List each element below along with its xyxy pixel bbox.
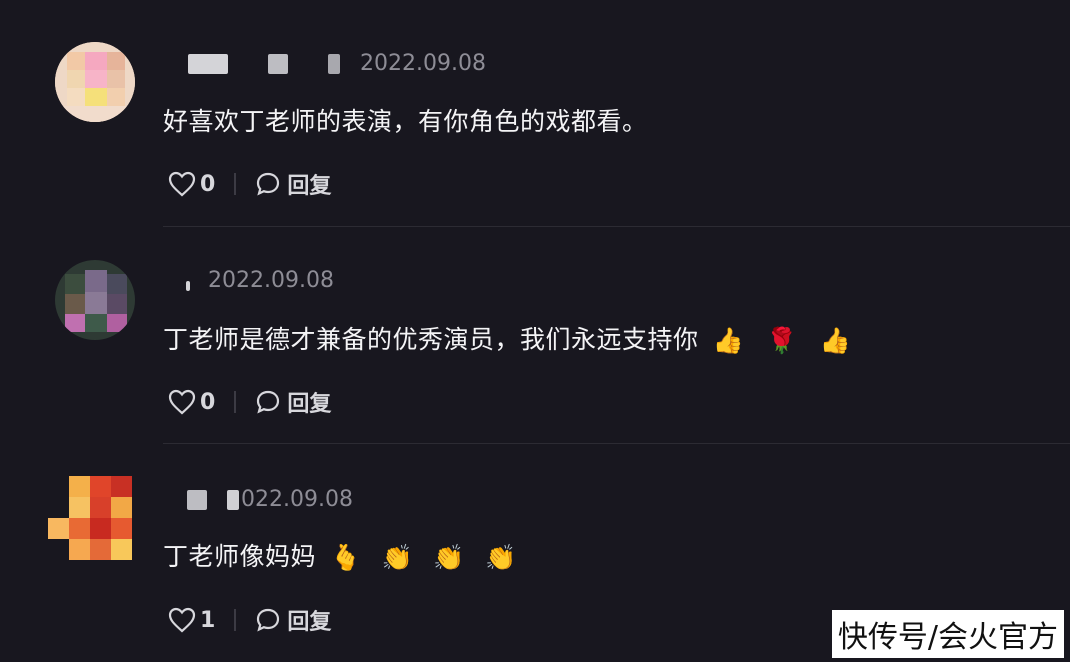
pixelated-avatar-image	[55, 42, 135, 122]
finger-heart-emoji: 🫰	[330, 543, 362, 572]
avatar[interactable]	[55, 42, 135, 122]
action-separator	[234, 609, 237, 631]
comment-divider	[163, 226, 1070, 227]
reply-label: 回复	[287, 392, 332, 417]
username-blurred	[268, 53, 288, 74]
watermark: 快传号/会火官方	[831, 610, 1064, 658]
like-count: 0	[200, 389, 216, 415]
comment-meta: 2022.09.08	[188, 51, 486, 76]
comment-meta: 022.09.08	[187, 487, 353, 512]
username-blurred[interactable]	[187, 489, 207, 510]
thumbs-up-emoji: 👍	[712, 326, 745, 355]
comment-divider	[163, 443, 1070, 444]
rose-emoji: 🌹	[766, 326, 798, 355]
clapping-hands-emoji: 👏	[381, 543, 414, 572]
action-separator	[234, 173, 237, 195]
comment-text: 好喜欢丁老师的表演，有你角色的戏都看。	[163, 107, 648, 136]
comment-date: 022.09.08	[241, 487, 353, 512]
username-blurred[interactable]	[186, 280, 190, 291]
comment-date: 2022.09.08	[360, 51, 486, 76]
avatar[interactable]	[55, 260, 135, 340]
reply-bubble-icon	[257, 172, 280, 196]
reply-label: 回复	[287, 610, 332, 635]
clapping-hands-emoji: 👏	[433, 543, 465, 572]
username-blurred	[328, 53, 340, 74]
like-count: 1	[200, 607, 216, 633]
comment-actions: 1 回复	[168, 604, 331, 636]
comment-text-content: 丁老师像妈妈	[163, 542, 317, 571]
clapping-hands-emoji: 👏	[484, 543, 517, 572]
like-button[interactable]: 1	[168, 607, 215, 633]
like-count: 0	[200, 171, 216, 197]
comment-actions: 0 回复	[168, 168, 331, 200]
like-button[interactable]: 0	[168, 171, 215, 197]
comment-text-content: 丁老师是德才兼备的优秀演员，我们永远支持你	[163, 325, 699, 354]
comment-text: 丁老师是德才兼备的优秀演员，我们永远支持你 👍 🌹 👍	[163, 320, 851, 356]
pixelated-avatar-image	[55, 260, 135, 340]
heart-icon	[168, 389, 196, 415]
reply-button[interactable]: 回复	[255, 168, 331, 200]
comment-meta: 2022.09.08	[186, 268, 334, 293]
reply-label: 回复	[287, 174, 332, 199]
reply-button[interactable]: 回复	[255, 604, 331, 636]
thumbs-up-emoji: 👍	[819, 326, 852, 355]
heart-icon	[168, 607, 196, 633]
reply-button[interactable]: 回复	[255, 386, 331, 418]
username-blurred[interactable]	[188, 53, 228, 74]
reply-bubble-icon	[257, 608, 280, 632]
like-button[interactable]: 0	[168, 389, 215, 415]
heart-icon	[168, 171, 196, 197]
comment-actions: 0 回复	[168, 386, 331, 418]
username-blurred	[227, 489, 239, 510]
action-separator	[234, 391, 237, 413]
reply-bubble-icon	[257, 390, 280, 414]
pixelated-avatar-image	[48, 476, 132, 560]
comment-text: 丁老师像妈妈 🫰 👏 👏 👏	[163, 537, 517, 573]
comment-date: 2022.09.08	[208, 268, 334, 293]
avatar[interactable]	[48, 476, 132, 560]
